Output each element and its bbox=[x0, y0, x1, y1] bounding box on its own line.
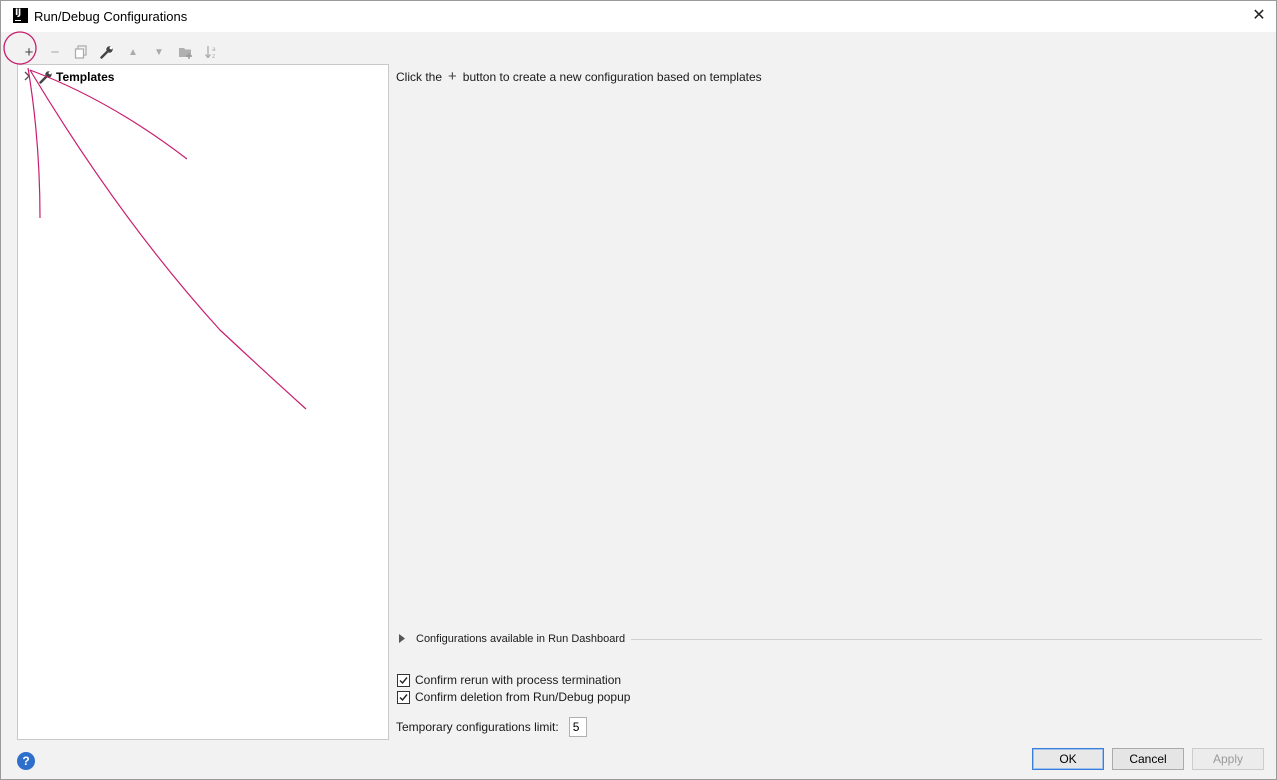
temporary-limit-input[interactable] bbox=[568, 717, 587, 737]
tree-node-templates[interactable]: Templates bbox=[18, 68, 114, 86]
edit-templates-button[interactable] bbox=[95, 40, 119, 64]
copy-icon bbox=[74, 45, 87, 59]
hint-text-after: button to create a new configuration bas… bbox=[462, 70, 762, 84]
run-dashboard-section[interactable]: Configurations available in Run Dashboar… bbox=[399, 631, 1262, 647]
checkmark-icon bbox=[399, 676, 408, 684]
remove-configuration-button[interactable]: − bbox=[43, 40, 67, 64]
ok-button[interactable]: OK bbox=[1032, 748, 1104, 770]
wrench-icon bbox=[100, 46, 113, 59]
window-title: Run/Debug Configurations bbox=[34, 9, 188, 24]
run-debug-configurations-dialog: IJ Run/Debug Configurations ✕ + − ▲ ▼ a … bbox=[0, 0, 1277, 780]
folder-icon bbox=[178, 47, 192, 59]
temporary-limit-row: Temporary configurations limit: bbox=[396, 717, 587, 737]
apply-button[interactable]: Apply bbox=[1192, 748, 1264, 770]
copy-configuration-button[interactable] bbox=[69, 40, 93, 64]
confirm-deletion-checkbox[interactable] bbox=[397, 690, 410, 704]
confirm-deletion-label: Confirm deletion from Run/Debug popup bbox=[415, 690, 631, 704]
plus-icon: + bbox=[448, 68, 457, 85]
configurations-tree[interactable]: Templates bbox=[17, 64, 389, 740]
move-into-folder-button[interactable] bbox=[173, 40, 197, 64]
confirm-rerun-option[interactable]: Confirm rerun with process termination bbox=[397, 673, 621, 687]
section-divider bbox=[631, 638, 1262, 640]
intellij-app-icon: IJ bbox=[13, 8, 28, 23]
sort-configurations-button[interactable]: a z bbox=[199, 40, 223, 64]
svg-text:z: z bbox=[212, 53, 215, 59]
expand-triangle-icon[interactable] bbox=[399, 633, 413, 645]
help-icon[interactable]: ? bbox=[17, 752, 35, 770]
checkmark-icon bbox=[399, 693, 408, 701]
chevron-right-icon[interactable] bbox=[20, 71, 34, 84]
add-configuration-button[interactable]: + bbox=[17, 40, 41, 64]
confirm-rerun-label: Confirm rerun with process termination bbox=[415, 673, 622, 687]
empty-state-hint: Click the + button to create a new confi… bbox=[396, 68, 762, 85]
run-dashboard-label: Configurations available in Run Dashboar… bbox=[416, 633, 626, 645]
cancel-button[interactable]: Cancel bbox=[1112, 748, 1184, 770]
app-icon-label: IJ bbox=[15, 8, 21, 18]
confirm-deletion-option[interactable]: Confirm deletion from Run/Debug popup bbox=[397, 690, 630, 704]
confirm-rerun-checkbox[interactable] bbox=[397, 673, 410, 687]
hint-text-before: Click the bbox=[396, 70, 443, 84]
move-up-button[interactable]: ▲ bbox=[121, 40, 145, 64]
title-bar: IJ Run/Debug Configurations ✕ bbox=[1, 1, 1276, 32]
tree-node-label: Templates bbox=[56, 70, 115, 84]
close-icon[interactable]: ✕ bbox=[1248, 6, 1270, 26]
templates-wrench-icon bbox=[38, 69, 54, 85]
move-down-button[interactable]: ▼ bbox=[147, 40, 171, 64]
sort-alpha-icon: a z bbox=[205, 46, 216, 59]
temporary-limit-label: Temporary configurations limit: bbox=[396, 720, 559, 734]
svg-text:a: a bbox=[212, 46, 216, 53]
